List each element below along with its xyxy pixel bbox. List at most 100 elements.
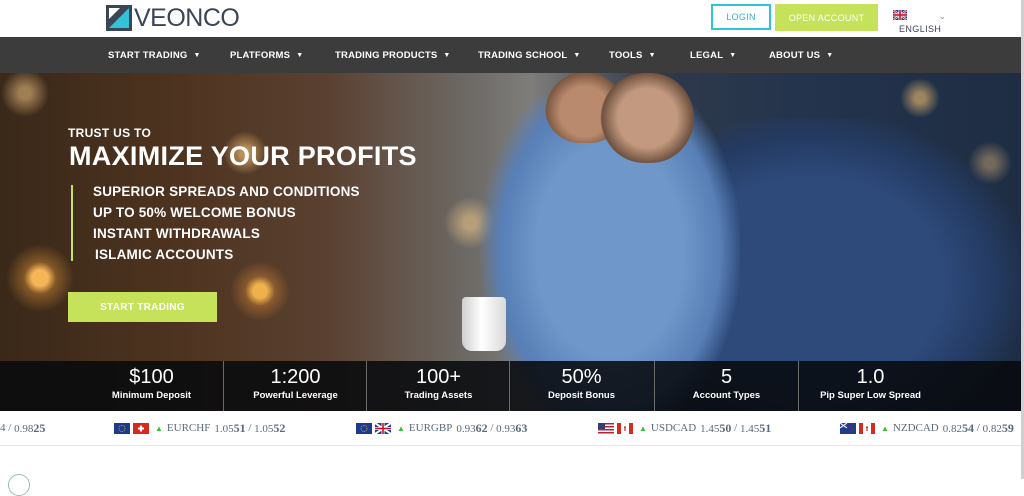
site-header: VEONCO LOGIN OPEN ACCOUNT ⌄ ENGLISH — [0, 0, 1024, 37]
hero-feature-item: UP TO 50% WELCOME BONUS — [93, 205, 296, 220]
price-separator: / — [5, 422, 15, 434]
stat-value: 1.0 — [856, 366, 885, 388]
nav-item-trading-school[interactable]: TRADING SCHOOL ▼ — [478, 37, 581, 73]
nav-item-label: TRADING SCHOOL — [478, 49, 568, 61]
language-label: ENGLISH — [899, 24, 942, 34]
caret-down-icon: ▼ — [648, 51, 656, 59]
hero-background-figure — [600, 73, 695, 163]
stat-label: Powerful Leverage — [253, 390, 338, 401]
stat-value: 100+ — [415, 366, 462, 388]
ticker-item: ▲ NZDCAD 0.8254 / 0.8259 — [840, 411, 1014, 445]
hero-accent-bar — [71, 185, 73, 261]
start-trading-button[interactable]: START TRADING — [68, 292, 217, 322]
bid-price: 1.0551 — [214, 420, 246, 435]
nav-item-label: TOOLS — [609, 49, 643, 61]
stat-value: 5 — [720, 366, 733, 388]
ch-flag-icon — [133, 422, 149, 434]
eu-flag-icon — [114, 422, 130, 434]
hero-mug-image — [462, 297, 506, 351]
stat-account-types: 5 Account Types — [654, 361, 798, 411]
page-bottom — [0, 446, 1021, 479]
language-selector[interactable]: ⌄ ENGLISH — [893, 8, 953, 34]
caret-down-icon: ▼ — [826, 51, 834, 59]
us-flag-icon — [598, 422, 614, 434]
stat-value: 1:200 — [270, 366, 321, 388]
ask-price: 0.9363 — [496, 420, 528, 435]
chat-icon[interactable] — [8, 474, 30, 496]
ca-flag-icon — [617, 422, 633, 434]
stat-spread: 1.0 Pip Super Low Spread — [798, 361, 942, 411]
hero-feature-item: INSTANT WITHDRAWALS — [93, 226, 261, 241]
ticker-item: ▲ USDCAD 1.4550 / 1.4551 — [598, 411, 771, 445]
ticker-item: ▲ EURGBP 0.9362 / 0.9363 — [356, 411, 527, 445]
uk-flag-icon — [375, 422, 391, 434]
stat-trading-assets: 100+ Trading Assets — [366, 361, 510, 411]
up-arrow-icon: ▲ — [397, 423, 405, 433]
logo[interactable]: VEONCO — [106, 3, 240, 32]
stats-strip: $100 Minimum Deposit 1:200 Powerful Leve… — [0, 361, 1021, 411]
nav-item-label: START TRADING — [108, 49, 188, 61]
caret-down-icon: ▼ — [443, 51, 451, 59]
nav-item-label: PLATFORMS — [230, 49, 291, 61]
stat-deposit-bonus: 50% Deposit Bonus — [509, 361, 653, 411]
up-arrow-icon: ▲ — [155, 423, 163, 433]
up-arrow-icon: ▲ — [639, 423, 647, 433]
bid-price: 1.4550 — [700, 420, 732, 435]
stat-label: Trading Assets — [404, 390, 473, 401]
nav-item-label: ABOUT US — [769, 49, 821, 61]
ticker-item: ▲ EURCHF 1.0551 / 1.0552 — [114, 411, 285, 445]
nav-item-trading-products[interactable]: TRADING PRODUCTS ▼ — [335, 37, 451, 73]
hero-kicker: TRUST US TO — [68, 126, 152, 140]
nav-item-start-trading[interactable]: START TRADING ▼ — [108, 37, 201, 73]
price-separator: / — [245, 422, 255, 434]
up-arrow-icon: ▲ — [881, 423, 889, 433]
ticker-pair: EURCHF — [166, 422, 211, 434]
nav-item-label: LEGAL — [690, 49, 724, 61]
login-button[interactable]: LOGIN — [711, 4, 771, 30]
ca-flag-icon — [859, 422, 875, 434]
stat-value: $100 — [129, 366, 174, 388]
nav-item-about-us[interactable]: ABOUT US ▼ — [769, 37, 833, 73]
stat-label: Deposit Bonus — [547, 390, 616, 401]
stat-label: Pip Super Low Spread — [820, 390, 921, 401]
ask-price: 0.8259 — [982, 420, 1014, 435]
hero-title: MAXIMIZE YOUR PROFITS — [69, 141, 417, 171]
ticker-pair: NZDCAD — [892, 422, 939, 434]
price-ticker: 4 / 0.9825 ▲ EURCHF 1.0551 / 1.0552 ▲ EU… — [0, 411, 1021, 446]
hero-feature-list: SUPERIOR SPREADS AND CONDITIONS UP TO 50… — [93, 181, 360, 265]
logo-text: VEONCO — [134, 3, 240, 32]
nav-item-legal[interactable]: LEGAL ▼ — [690, 37, 736, 73]
ask-price: 1.4551 — [739, 420, 772, 435]
ticker-item: 4 / 0.9825 — [0, 411, 45, 445]
nz-flag-icon — [840, 422, 856, 434]
stat-leverage: 1:200 Powerful Leverage — [223, 361, 367, 411]
hero-feature-item: ISLAMIC ACCOUNTS — [95, 247, 234, 262]
nav-item-platforms[interactable]: PLATFORMS ▼ — [230, 37, 303, 73]
price-separator: / — [731, 422, 740, 434]
main-nav: START TRADING ▼ PLATFORMS ▼ TRADING PRODUC… — [0, 37, 1021, 73]
ticker-pair: EURGBP — [408, 422, 453, 434]
chevron-down-icon: ⌄ — [939, 12, 946, 21]
hero-feature-item: SUPERIOR SPREADS AND CONDITIONS — [93, 184, 360, 199]
stat-minimum-deposit: $100 Minimum Deposit — [80, 361, 223, 411]
stat-label: Account Types — [692, 390, 761, 401]
ticker-pair: USDCAD — [650, 422, 697, 434]
ask-price: 0.9825 — [14, 420, 46, 435]
stat-value: 50% — [561, 366, 602, 388]
caret-down-icon: ▼ — [573, 51, 581, 59]
nav-item-tools[interactable]: TOOLS ▼ — [609, 37, 656, 73]
price-separator: / — [487, 422, 497, 434]
open-account-button[interactable]: OPEN ACCOUNT — [775, 4, 878, 31]
price-separator: / — [974, 422, 983, 434]
caret-down-icon: ▼ — [193, 51, 201, 59]
caret-down-icon: ▼ — [729, 51, 737, 59]
bid-price: 0.9362 — [456, 420, 488, 435]
eu-flag-icon — [356, 422, 372, 434]
stat-label: Minimum Deposit — [111, 390, 192, 401]
logo-mark-icon — [106, 5, 132, 31]
nav-item-label: TRADING PRODUCTS — [335, 49, 438, 61]
bid-price: 0.8254 — [942, 420, 975, 435]
caret-down-icon: ▼ — [296, 51, 304, 59]
uk-flag-icon — [893, 10, 907, 20]
ask-price: 1.0552 — [254, 420, 286, 435]
